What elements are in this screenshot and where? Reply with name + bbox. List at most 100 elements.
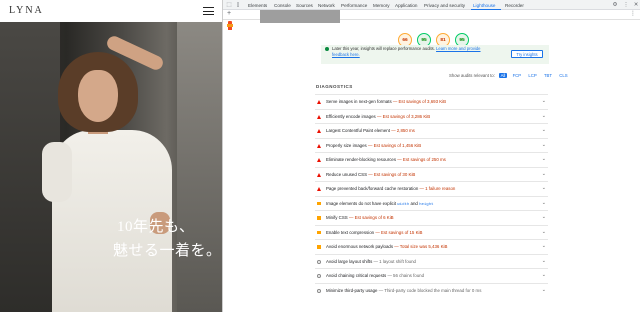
tab-performance[interactable]: Performance bbox=[341, 3, 367, 8]
tab-network[interactable]: Network bbox=[318, 3, 335, 8]
audit-title: Reduce unused CSS — Est savings of 30 Ki… bbox=[326, 171, 416, 177]
tab-memory[interactable]: Memory bbox=[373, 3, 390, 8]
audit-row[interactable]: Page prevented back/forward cache restor… bbox=[315, 181, 548, 196]
tab-console[interactable]: Console bbox=[274, 3, 291, 8]
chevron-down-icon[interactable]: ⌄ bbox=[542, 258, 546, 264]
audit-row[interactable]: Largest Contentful Paint element — 2,850… bbox=[315, 123, 548, 138]
banner-text: Later this year, insights will replace p… bbox=[332, 46, 437, 51]
hamburger-menu-icon[interactable] bbox=[203, 7, 214, 15]
info-circle-icon bbox=[317, 259, 321, 264]
new-report-icon[interactable]: + bbox=[227, 10, 231, 17]
audit-row[interactable]: Image elements do not have explicit widt… bbox=[315, 195, 548, 211]
audit-detail: — Est savings of 15 KiB bbox=[375, 229, 423, 235]
fail-triangle-icon bbox=[317, 158, 321, 162]
fail-triangle-icon bbox=[317, 172, 321, 177]
tab-lighthouse[interactable]: Lighthouse bbox=[473, 3, 495, 8]
devtools-panel: ⬚ ▯ Elements Console Sources Network Per… bbox=[222, 0, 640, 312]
chevron-down-icon[interactable]: ⌄ bbox=[542, 185, 546, 191]
chevron-down-icon[interactable]: ⌄ bbox=[542, 156, 546, 162]
report-url-redacted[interactable] bbox=[260, 10, 340, 23]
info-circle-icon bbox=[317, 288, 321, 293]
fail-triangle-icon bbox=[317, 100, 321, 104]
audit-row[interactable]: Serve images in next-gen formats — Est s… bbox=[315, 94, 548, 109]
audit-list: Serve images in next-gen formats — Est s… bbox=[315, 94, 548, 297]
audit-row[interactable]: Avoid chaining critical requests — 56 ch… bbox=[315, 268, 548, 283]
settings-gear-icon[interactable]: ⚙ bbox=[612, 2, 618, 8]
audit-title: Avoid large layout shifts — 1 layout shi… bbox=[326, 258, 416, 264]
audit-row[interactable]: Enable text compression — Est savings of… bbox=[315, 224, 548, 240]
audit-filter: Show audits relevant to: All FCP LCP TBT… bbox=[449, 73, 569, 78]
audit-title: Efficiently encode images — Est savings … bbox=[326, 113, 431, 119]
lighthouse-logo-icon bbox=[227, 21, 233, 30]
devtools-tab-bar: ⬚ ▯ Elements Console Sources Network Per… bbox=[223, 0, 640, 10]
tab-privacy-security[interactable]: Privacy and security bbox=[424, 3, 465, 8]
site-logo[interactable]: LYNA bbox=[9, 5, 44, 16]
info-icon bbox=[325, 47, 329, 51]
audit-title: Avoid enormous network payloads — Total … bbox=[326, 244, 448, 249]
try-insights-button[interactable]: Try insights bbox=[511, 50, 543, 58]
site-header: LYNA bbox=[0, 0, 222, 22]
chevron-down-icon[interactable]: ⌄ bbox=[542, 214, 546, 220]
audit-detail: — 2,850 ms bbox=[391, 128, 415, 133]
banner-link-continued[interactable]: feedback here. bbox=[332, 52, 360, 57]
tab-application[interactable]: Application bbox=[395, 3, 417, 8]
chevron-down-icon[interactable]: ⌄ bbox=[542, 287, 546, 293]
audit-detail: — 1 layout shift found bbox=[373, 258, 416, 264]
filter-chip-tbt[interactable]: TBT bbox=[542, 73, 553, 78]
warning-square-icon bbox=[317, 245, 321, 249]
fail-triangle-icon bbox=[317, 187, 321, 191]
device-toolbar-icon[interactable]: ▯ bbox=[235, 2, 241, 8]
tab-elements[interactable]: Elements bbox=[248, 3, 267, 8]
audit-title: Largest Contentful Paint element — 2,850… bbox=[326, 128, 415, 133]
insights-banner: Later this year, insights will replace p… bbox=[321, 45, 549, 64]
toolbar-more-icon[interactable]: ⋮ bbox=[630, 10, 636, 17]
audit-row[interactable]: Efficiently encode images — Est savings … bbox=[315, 108, 548, 124]
audit-title: Avoid chaining critical requests — 56 ch… bbox=[326, 273, 425, 278]
filter-chip-fcp[interactable]: FCP bbox=[511, 73, 523, 78]
tab-recorder[interactable]: Recorder bbox=[505, 3, 524, 8]
warning-square-icon bbox=[317, 201, 321, 206]
website-pane: LYNA 10年先も、 魅せる一着を。 bbox=[0, 0, 222, 312]
diagnostics-heading: DIAGNOSTICS bbox=[316, 84, 353, 89]
chevron-down-icon[interactable]: ⌄ bbox=[542, 98, 546, 104]
chevron-down-icon[interactable]: ⌄ bbox=[542, 229, 546, 235]
chevron-down-icon[interactable]: ⌄ bbox=[542, 127, 546, 133]
audit-title: Page prevented back/forward cache restor… bbox=[326, 186, 456, 191]
audit-row[interactable]: Eliminate render-blocking resources — Es… bbox=[315, 152, 548, 167]
audit-title: Minify CSS — Est savings of 6 KiB bbox=[326, 215, 394, 220]
banner-link[interactable]: Learn more and provide bbox=[436, 46, 480, 51]
audit-detail: — Est savings of 3,286 KiB bbox=[376, 113, 431, 119]
audit-row[interactable]: Minify CSS — Est savings of 6 KiB ⌄ bbox=[315, 210, 548, 225]
audit-title: Properly size images — Est savings of 1,… bbox=[326, 142, 422, 148]
more-options-icon[interactable]: ⋮ bbox=[623, 2, 629, 8]
chevron-down-icon[interactable]: ⌄ bbox=[542, 171, 546, 177]
audit-row[interactable]: Reduce unused CSS — Est savings of 30 Ki… bbox=[315, 166, 548, 182]
chevron-down-icon[interactable]: ⌄ bbox=[542, 243, 546, 249]
tab-sources[interactable]: Sources bbox=[296, 3, 313, 8]
audit-detail: — Est savings of 6 KiB bbox=[348, 215, 394, 220]
chevron-down-icon[interactable]: ⌄ bbox=[542, 142, 546, 148]
chevron-down-icon[interactable]: ⌄ bbox=[542, 272, 546, 278]
fail-triangle-icon bbox=[317, 129, 321, 133]
catch-line-2: 魅せる一着を。 bbox=[113, 243, 222, 259]
chevron-down-icon[interactable]: ⌄ bbox=[542, 113, 546, 119]
inspect-icon[interactable]: ⬚ bbox=[226, 2, 232, 8]
audit-detail: — Est savings of 1,456 KiB bbox=[368, 142, 422, 148]
filter-label: Show audits relevant to: bbox=[449, 73, 495, 78]
audit-row[interactable]: Properly size images — Est savings of 1,… bbox=[315, 137, 548, 153]
hero-image bbox=[0, 22, 222, 312]
close-icon[interactable]: ✕ bbox=[633, 2, 639, 8]
info-circle-icon bbox=[317, 274, 321, 278]
audit-row[interactable]: Avoid enormous network payloads — Total … bbox=[315, 239, 548, 254]
chevron-down-icon[interactable]: ⌄ bbox=[542, 200, 546, 206]
audit-detail: — Third-party code blocked the main thre… bbox=[378, 287, 482, 293]
audit-row[interactable]: Minimize third-party usage — Third-party… bbox=[315, 282, 548, 298]
audit-row[interactable]: Avoid large layout shifts — 1 layout shi… bbox=[315, 253, 548, 269]
filter-chip-lcp[interactable]: LCP bbox=[527, 73, 538, 78]
audit-detail: — Est savings of 3,693 KiB bbox=[392, 99, 447, 104]
audit-title: Eliminate render-blocking resources — Es… bbox=[326, 157, 446, 162]
filter-chip-all[interactable]: All bbox=[499, 73, 507, 78]
filter-chip-cls[interactable]: CLS bbox=[558, 73, 569, 78]
audit-detail: — 56 chains found bbox=[387, 273, 425, 278]
audit-detail: — 1 failure reason bbox=[419, 186, 456, 191]
